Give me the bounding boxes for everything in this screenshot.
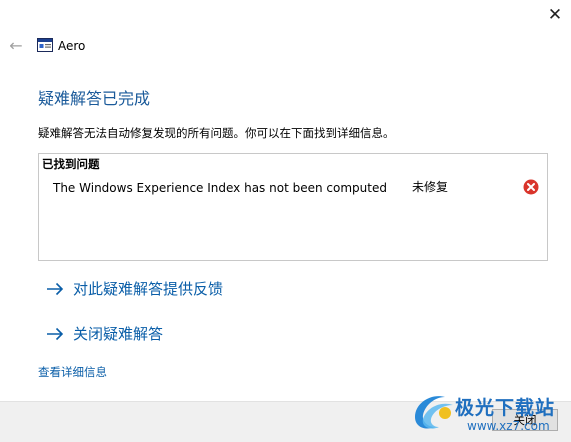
page-description: 疑难解答无法自动修复发现的所有问题。你可以在下面找到详细信息。 <box>38 126 395 140</box>
error-icon <box>523 179 539 195</box>
close-troubleshooter-link-label: 关闭疑难解答 <box>73 325 164 343</box>
page-title: 疑难解答已完成 <box>38 89 151 108</box>
feedback-link[interactable]: 对此疑难解答提供反馈 <box>46 278 223 300</box>
problem-description: The Windows Experience Index has not bee… <box>53 181 387 195</box>
close-troubleshooter-link[interactable]: 关闭疑难解答 <box>46 323 163 345</box>
problem-status: 未修复 <box>412 180 449 194</box>
window-title: Aero <box>58 39 86 53</box>
problems-list: 已找到问题 The Windows Experience Index has n… <box>38 153 548 261</box>
problems-header: 已找到问题 <box>42 157 100 171</box>
arrow-right-icon <box>47 282 64 296</box>
view-details-link[interactable]: 查看详细信息 <box>38 364 107 380</box>
window-close-button[interactable]: ✕ <box>543 3 567 27</box>
watermark: 极光下载站 www.xz7.com <box>405 385 569 440</box>
feedback-link-label: 对此疑难解答提供反馈 <box>73 280 224 298</box>
back-button[interactable]: ← <box>6 36 26 56</box>
watermark-url: www.xz7.com <box>467 419 550 433</box>
arrow-right-icon <box>47 327 64 341</box>
watermark-logo-icon <box>415 396 453 429</box>
app-window-icon <box>37 38 53 52</box>
watermark-name: 极光下载站 <box>455 397 556 419</box>
